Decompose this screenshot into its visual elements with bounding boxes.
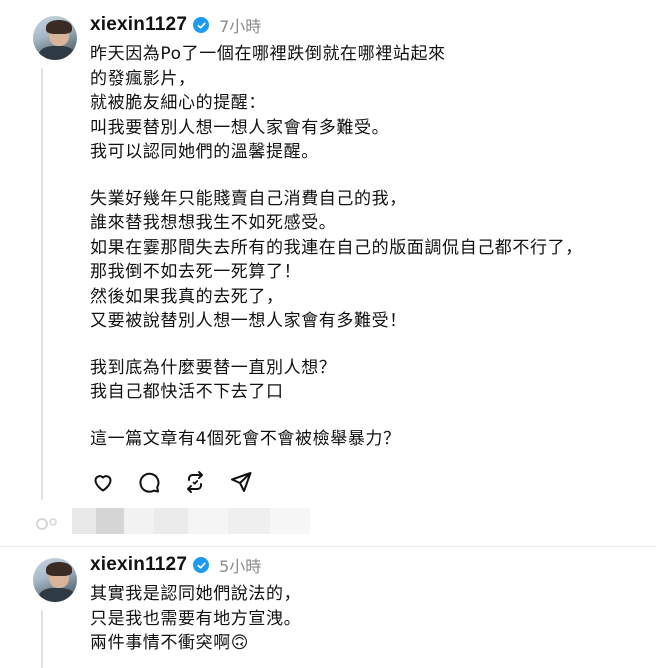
- post-body: 其實我是認同她們說法的， 只是我也需要有地方宣洩。 兩件事情不衝突啊🙃: [90, 582, 630, 656]
- post-line: 我自己都快活不下去了口: [90, 382, 284, 402]
- post-line: 就被脆友細心的提醒：: [90, 93, 266, 113]
- post-line: 這一篇文章有4個死會不會被檢舉暴力？: [90, 428, 401, 449]
- thread-line: [41, 610, 43, 668]
- post-header: xiexin1127 7小時: [90, 12, 261, 38]
- post-line: 我可以認同她們的溫馨提醒。: [90, 142, 319, 162]
- heart-icon: [94, 475, 112, 492]
- verified-badge-icon: [193, 17, 210, 33]
- repost-button[interactable]: [182, 469, 208, 495]
- comment-icon: [139, 472, 160, 493]
- comment-button[interactable]: [136, 469, 162, 495]
- share-icon: [231, 472, 252, 492]
- post-line: 又要被說替別人想一想人家會有多難受！: [90, 311, 407, 331]
- post-time: 5小時: [219, 557, 262, 576]
- action-bar: [90, 469, 254, 495]
- thread-line: [41, 68, 43, 500]
- post-line: 叫我要替別人想一想人家會有多難受。: [90, 117, 390, 138]
- post-line: 我到底為什麼要替一直別人想？: [90, 357, 337, 378]
- like-button[interactable]: [90, 469, 116, 495]
- post-line: 失業好幾年只能賤賣自己消費自己的我，: [90, 188, 407, 209]
- post-line: 兩件事情不衝突啊🙃: [90, 633, 250, 653]
- repost-icon: [187, 471, 203, 493]
- thread-reply-dots-icon: [36, 518, 57, 530]
- post-line: 然後如果我真的去死了，: [90, 286, 284, 307]
- username[interactable]: xiexin1127: [90, 14, 187, 36]
- post-header: xiexin1127 5小時: [90, 552, 261, 578]
- post-time: 7小時: [219, 17, 262, 36]
- avatar[interactable]: [33, 558, 77, 602]
- post-line: 誰來替我想想我生不如死感受。: [90, 213, 337, 233]
- post-line: 如果在霎那間失去所有的我連在自己的版面調侃自己都不行了，: [90, 237, 583, 258]
- verified-badge-icon: [193, 557, 210, 573]
- post-line: 那我倒不如去死一死算了！: [90, 262, 302, 282]
- post-body: 昨天因為Po了一個在哪裡跌倒就在哪裡站起來 的發瘋影片， 就被脆友細心的提醒： …: [90, 42, 630, 451]
- share-button[interactable]: [228, 469, 254, 495]
- post-line: 只是我也需要有地方宣洩。: [90, 608, 302, 629]
- username[interactable]: xiexin1127: [90, 554, 187, 576]
- blurred-replies-preview: [72, 508, 310, 534]
- post-line: 的發瘋影片，: [90, 68, 196, 89]
- avatar[interactable]: [33, 16, 77, 60]
- post-line: 其實我是認同她們說法的，: [90, 584, 302, 604]
- post-line: 昨天因為Po了一個在哪裡跌倒就在哪裡站起來: [90, 44, 446, 64]
- post-divider: [0, 546, 656, 547]
